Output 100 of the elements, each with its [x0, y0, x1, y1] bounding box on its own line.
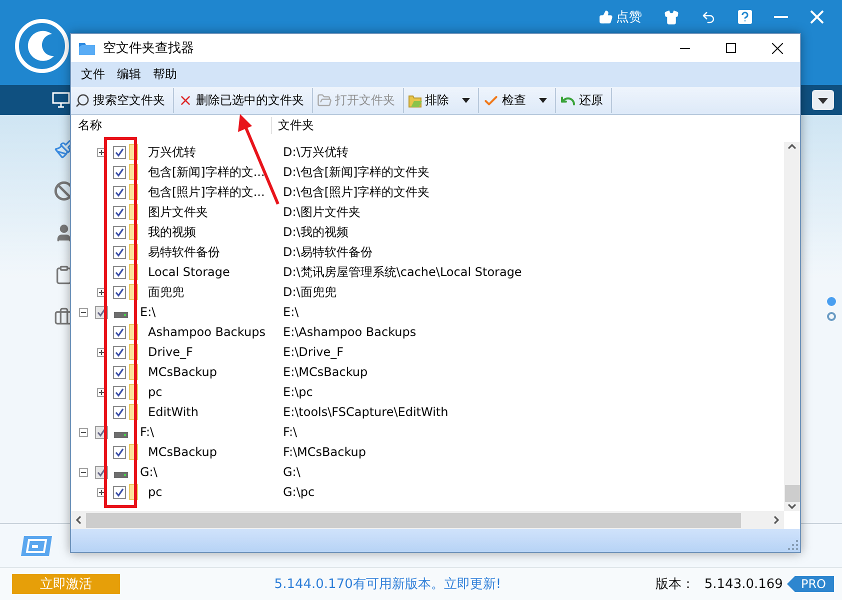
like-button[interactable]: 点赞 [595, 6, 646, 28]
plus-icon [99, 150, 104, 154]
folder-icon [317, 93, 332, 108]
folder-path: D:\我的视频 [282, 224, 350, 240]
folder-path: D:\包含[新闻]字样的文件夹 [282, 164, 431, 180]
close-icon [810, 10, 824, 24]
minimize-icon [774, 16, 788, 18]
checkbox[interactable] [113, 326, 126, 338]
help-icon [738, 10, 752, 24]
folder-name: EditWith [148, 405, 198, 419]
scroll-thumb[interactable] [86, 512, 741, 528]
delete-icon [178, 93, 193, 108]
menu-item[interactable]: 编辑 [111, 64, 147, 85]
checkbox[interactable] [113, 146, 126, 158]
plus-icon [99, 350, 104, 354]
checkbox[interactable] [113, 346, 126, 358]
checkbox[interactable] [113, 226, 126, 238]
checkmark-icon [115, 268, 124, 276]
folder-name: 万兴优转 [148, 144, 196, 160]
checkmark-icon [115, 248, 124, 256]
checkmark-icon [97, 468, 106, 476]
checkbox[interactable] [113, 286, 126, 298]
scroll-up-button[interactable] [788, 142, 796, 151]
folder-path: D:\图片文件夹 [282, 204, 362, 220]
toolbar-button[interactable]: 搜索空文件夹 [71, 88, 174, 113]
drive-name: F:\ [140, 425, 154, 439]
folder-path: G:\pc [282, 485, 316, 499]
checkbox[interactable] [113, 386, 126, 398]
folder-path: E:\ [282, 305, 300, 319]
checkbox[interactable] [113, 206, 126, 218]
checkbox[interactable] [113, 366, 126, 378]
folder-name: pc [148, 385, 162, 399]
folder-name: 包含[新闻]字样的文... [148, 164, 265, 180]
shirt-icon [664, 10, 679, 24]
folder-path: E:\tools\FSCapture\EditWith [282, 405, 450, 419]
collapse-button[interactable] [79, 308, 88, 316]
monitor-icon[interactable] [20, 534, 54, 558]
page-dot[interactable] [827, 297, 836, 306]
toolbar-button[interactable]: 还原 [556, 88, 612, 113]
scroll-thumb[interactable] [784, 485, 800, 502]
checkbox[interactable] [113, 266, 126, 278]
folder-name: 图片文件夹 [148, 204, 208, 220]
folder-path: D:\梵讯房屋管理系统\cache\Local Storage [282, 264, 523, 280]
pro-badge: PRO [786, 576, 834, 592]
folder-path: E:\pc [282, 385, 314, 399]
checkbox[interactable] [113, 446, 126, 458]
checkbox[interactable] [113, 406, 126, 418]
collapse-button[interactable] [79, 468, 88, 476]
folder-name: Local Storage [148, 265, 230, 279]
menu-item[interactable]: 文件 [75, 64, 111, 85]
checkmark-icon [115, 208, 124, 216]
folder-path: D:\包含[照片]字样的文件夹 [282, 184, 431, 200]
resize-grip-icon[interactable] [788, 540, 798, 550]
checkmark-icon [97, 428, 106, 436]
checkmark-icon [115, 288, 124, 296]
checkmark-icon [97, 308, 106, 316]
folder-path: F:\MCsBackup [282, 445, 368, 459]
folder-icon [79, 41, 95, 55]
folder-name: 我的视频 [148, 224, 196, 240]
update-link[interactable]: 5.144.0.170有可用新版本。立即更新! [274, 575, 502, 593]
chevron-left-icon [76, 516, 81, 524]
folder-name: pc [148, 485, 162, 499]
drive-icon [114, 312, 128, 318]
checkmark-icon [115, 348, 124, 356]
chevron-down-icon [788, 504, 796, 509]
window-title: 空文件夹查找器 [103, 40, 194, 57]
plus-icon [99, 390, 104, 394]
toolbar-button[interactable]: 删除已选中的文件夹 [174, 88, 313, 113]
dropdown-icon[interactable] [812, 90, 834, 110]
thumbs-up-icon [599, 10, 613, 24]
menu-item[interactable]: 帮助 [147, 64, 183, 85]
plus-icon [99, 490, 104, 494]
page-dot[interactable] [827, 312, 836, 321]
folder-name: Ashampoo Backups [148, 325, 266, 339]
drive-icon [114, 472, 128, 478]
checkbox[interactable] [113, 186, 126, 198]
checkmark-icon [115, 148, 124, 156]
minus-icon [81, 430, 86, 434]
minus-icon [81, 310, 86, 314]
column-header[interactable]: 文件夹 [272, 117, 800, 134]
scroll-down-button[interactable] [788, 502, 796, 511]
checkbox[interactable] [113, 166, 126, 178]
chevron-up-icon [788, 144, 796, 149]
drive-name: G:\ [140, 465, 158, 479]
folder-path: D:\万兴优转 [282, 144, 350, 160]
folder-name: MCsBackup [148, 365, 217, 379]
checkbox[interactable] [113, 486, 126, 498]
checkbox[interactable] [113, 246, 126, 258]
checkmark-icon [115, 168, 124, 176]
checkmark-icon [115, 368, 124, 376]
folder-name: 面兜兜 [148, 284, 184, 300]
chevron-right-icon [774, 516, 779, 524]
collapse-button[interactable] [79, 428, 88, 436]
checkmark-icon [115, 408, 124, 416]
checkmark-icon [115, 228, 124, 236]
plus-icon [99, 290, 104, 294]
toolbar-button[interactable]: 检查 [479, 88, 556, 113]
toolbar-button[interactable]: 排除 [404, 88, 479, 113]
folder-path: F:\ [282, 425, 298, 439]
version-label: 版本： [655, 576, 694, 593]
